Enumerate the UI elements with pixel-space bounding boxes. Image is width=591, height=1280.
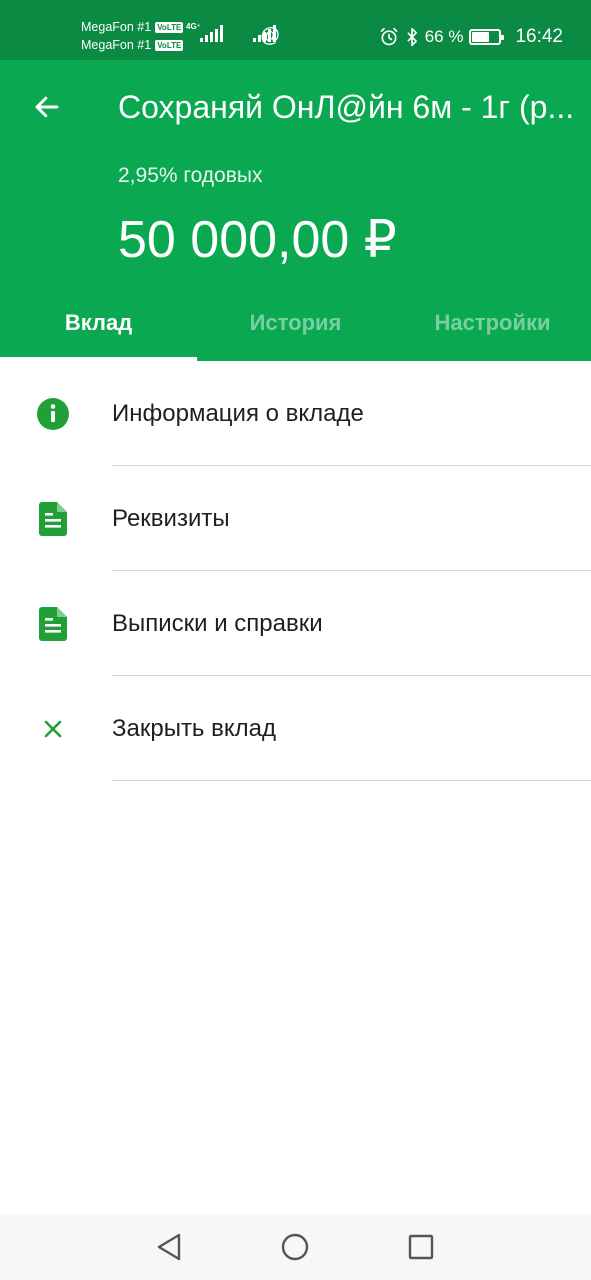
carrier-row-1: MegaFon #1 VoLTE [81,18,184,36]
at-sign-icon: @ [260,25,281,47]
menu-item-requisites[interactable]: Реквизиты [0,466,591,571]
alarm-icon [380,27,398,46]
info-icon [36,397,70,431]
system-navigation-bar [0,1214,591,1280]
battery-percent: 66 % [424,27,464,46]
close-icon [36,712,70,746]
volte-badge-2: VoLTE [155,39,184,51]
triangle-back-icon [157,1233,181,1261]
deposit-header: Сохраняй ОнЛ@йн 6м - 1г (р... 2,95% годо… [0,60,591,361]
arrow-left-icon [35,96,59,118]
carrier-name-2: MegaFon #1 [81,38,152,52]
tab-deposit[interactable]: Вклад [0,296,197,361]
divider [112,780,591,781]
carrier-name-1: MegaFon #1 [81,20,152,34]
menu-item-label: Информация о вкладе [112,399,364,427]
tab-settings[interactable]: Настройки [394,296,591,361]
menu-item-close-deposit[interactable]: Закрыть вклад [0,676,591,781]
carrier-info: MegaFon #1 VoLTE MegaFon #1 VoLTE [81,18,184,54]
document-icon [36,501,70,536]
deposit-amount: 50 000,00 ₽ [118,211,397,269]
nav-back-button[interactable] [154,1232,184,1262]
tab-history[interactable]: История [197,296,394,361]
menu-item-statements[interactable]: Выписки и справки [0,571,591,676]
bluetooth-icon [406,27,417,47]
back-button[interactable] [30,90,64,124]
menu-item-label: Реквизиты [112,504,230,532]
menu-item-deposit-info[interactable]: Информация о вкладе [0,361,591,466]
nav-home-button[interactable] [280,1232,310,1262]
signal-strength-icon [200,24,223,42]
deposit-menu: Информация о вкладе Реквизиты Выписки и … [0,361,591,781]
carrier-row-2: MegaFon #1 VoLTE [81,36,184,54]
square-recents-icon [408,1234,434,1260]
status-bar: MegaFon #1 VoLTE MegaFon #1 VoLTE 4G⁺ @ … [0,0,591,60]
tab-bar: Вклад История Настройки [0,296,591,361]
menu-item-label: Закрыть вклад [112,714,276,742]
circle-home-icon [281,1233,309,1261]
battery-icon [469,29,505,45]
page-title: Сохраняй ОнЛ@йн 6м - 1г (р... [118,89,575,125]
document-icon [36,606,70,641]
menu-item-label: Выписки и справки [112,609,323,637]
clock: 16:42 [515,26,563,47]
status-right: 66 % 16:42 [379,24,563,50]
battery-level [472,32,489,42]
volte-badge-1: VoLTE [155,21,184,33]
nav-recents-button[interactable] [406,1232,436,1262]
interest-rate: 2,95% годовых [118,164,263,187]
